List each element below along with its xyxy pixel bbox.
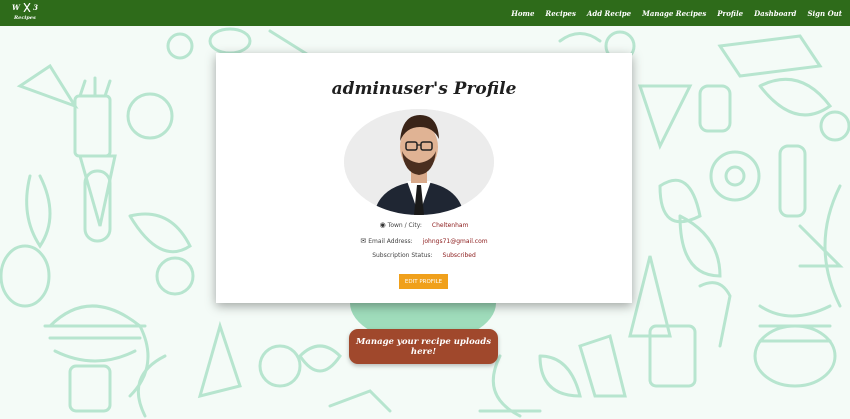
- email-value: johngs71@gmail.com: [422, 237, 488, 245]
- edit-profile-button[interactable]: EDIT PROFILE: [399, 274, 448, 289]
- nav-link-manage-recipes[interactable]: Manage Recipes: [642, 9, 706, 18]
- nav-link-profile[interactable]: Profile: [717, 9, 743, 18]
- logo-top-row: W 3: [12, 3, 38, 12]
- nav-link-add-recipe[interactable]: Add Recipe: [587, 9, 631, 18]
- profile-card: adminuser's Profile ◉ Town / City: Chelt…: [216, 53, 632, 303]
- manage-uploads-button[interactable]: Manage your recipe uploads here!: [349, 329, 498, 364]
- email-label: Email Address:: [368, 237, 413, 245]
- envelope-icon: ✉: [360, 237, 367, 245]
- logo-letter-left: W: [12, 3, 20, 12]
- nav-links: Home Recipes Add Recipe Manage Recipes P…: [511, 9, 842, 18]
- profile-photo: [344, 109, 494, 215]
- nav-link-sign-out[interactable]: Sign Out: [807, 9, 842, 18]
- top-navbar: W 3 Recipes Home Recipes Add Recipe Mana…: [0, 0, 850, 26]
- profile-title: adminuser's Profile: [331, 79, 517, 99]
- nav-link-dashboard[interactable]: Dashboard: [754, 9, 796, 18]
- town-label: Town / City:: [387, 221, 422, 229]
- subscription-value: Subscribed: [442, 252, 476, 259]
- nav-link-recipes[interactable]: Recipes: [545, 9, 575, 18]
- town-row: ◉ Town / City: Cheltenham: [216, 221, 632, 229]
- town-value: Cheltenham: [431, 221, 469, 229]
- subscription-label: Subscription Status:: [372, 252, 433, 259]
- fork-knife-icon: [23, 3, 30, 12]
- logo-subtitle: Recipes: [14, 15, 36, 21]
- logo-letter-right: 3: [33, 3, 38, 12]
- site-logo[interactable]: W 3 Recipes: [12, 1, 38, 25]
- subscription-row: Subscription Status: Subscribed: [216, 252, 632, 259]
- map-marker-icon: ◉: [379, 221, 386, 229]
- nav-link-home[interactable]: Home: [511, 9, 534, 18]
- email-row: ✉ Email Address: johngs71@gmail.com: [216, 237, 632, 245]
- avatar: [344, 109, 494, 215]
